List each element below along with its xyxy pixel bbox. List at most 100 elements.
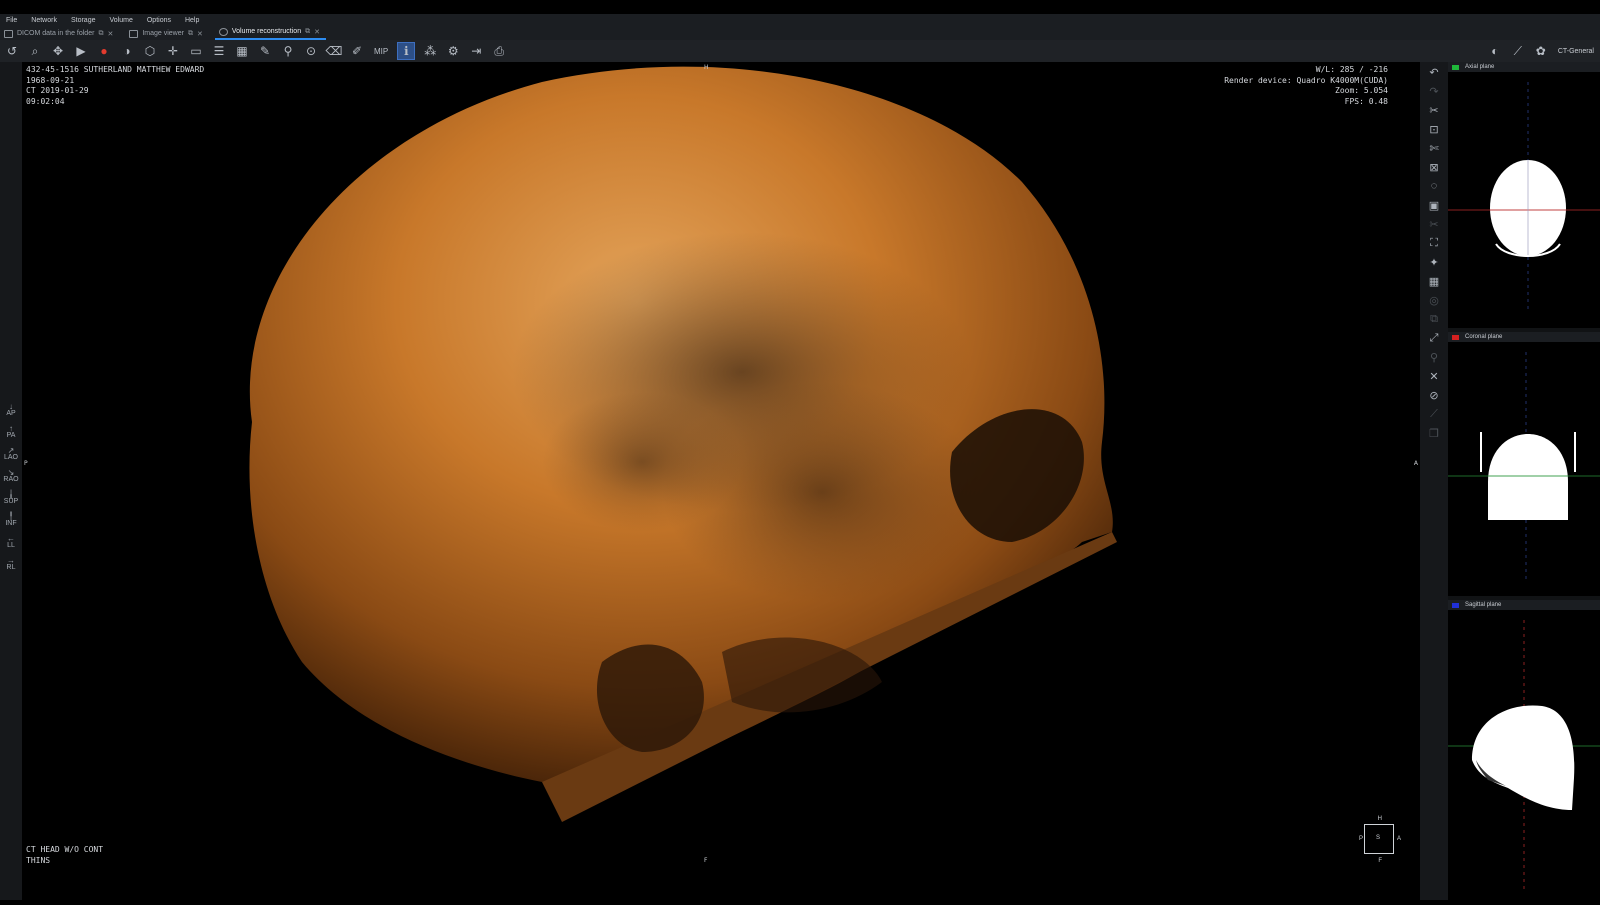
box-select-icon[interactable]: ▣ bbox=[1424, 196, 1444, 214]
detach-icon[interactable]: ⧉ bbox=[305, 28, 310, 36]
orient-pa-button[interactable]: ↑ PA bbox=[7, 417, 16, 440]
measure-icon[interactable]: ⟋ bbox=[1424, 405, 1444, 423]
light-icon[interactable]: ◐ bbox=[1487, 43, 1503, 59]
window-level: W/L: 285 / -216 bbox=[1315, 65, 1388, 74]
detach-icon[interactable]: ⧉ bbox=[98, 30, 103, 38]
arrow-vertical-icon: ╿ bbox=[8, 512, 14, 521]
layers-icon[interactable]: ☰ bbox=[211, 43, 227, 59]
coronal-plane-view[interactable]: Coronal plane bbox=[1448, 332, 1600, 596]
orientation-cube[interactable]: S bbox=[1364, 824, 1394, 854]
mip-button[interactable]: MIP bbox=[372, 43, 390, 59]
coronal-color-swatch bbox=[1452, 334, 1459, 340]
image-icon bbox=[129, 29, 139, 38]
select-region-icon[interactable]: ⊠ bbox=[1424, 158, 1444, 176]
tab-dicom-folder[interactable]: DICOM data in the folder ⧉ ✕ bbox=[0, 27, 119, 40]
tab-bar: DICOM data in the folder ⧉ ✕ Image viewe… bbox=[0, 26, 1600, 40]
pin-icon[interactable]: ⚲ bbox=[1424, 348, 1444, 366]
scissors-icon[interactable]: ✂ bbox=[1424, 215, 1444, 233]
clone-icon[interactable]: ⧉ bbox=[1424, 310, 1444, 328]
skull-render bbox=[249, 66, 1117, 822]
fps-readout: FPS: 0.48 bbox=[1344, 96, 1388, 106]
sagittal-plane-header: Sagittal plane bbox=[1448, 600, 1600, 610]
sculpt-icon[interactable]: ✄ bbox=[1424, 139, 1444, 157]
render-info-overlay: W/L: 285 / -216 Render device: Quadro K4… bbox=[1224, 65, 1388, 107]
pan-icon[interactable]: ✥ bbox=[50, 43, 66, 59]
arrow-right-icon: → bbox=[6, 556, 15, 565]
undo-icon[interactable]: ↶ bbox=[1424, 63, 1444, 81]
menu-file[interactable]: File bbox=[0, 17, 25, 24]
series-subtitle: THINS bbox=[26, 855, 51, 865]
preset-dropdown[interactable]: CT-General bbox=[1558, 48, 1594, 55]
orientation-buttons: ↓ AP ↑ PA ↗ LAO ↘ RAO ╽ SUP ╿ INF ← LL → RL bbox=[2, 395, 20, 572]
orient-rao-button[interactable]: ↘ RAO bbox=[3, 461, 18, 484]
tab-volume-reconstruction[interactable]: Volume reconstruction ⧉ ✕ bbox=[214, 25, 326, 40]
brush-icon[interactable]: ✎ bbox=[257, 43, 273, 59]
menu-help[interactable]: Help bbox=[179, 17, 207, 24]
menu-storage[interactable]: Storage bbox=[65, 17, 104, 24]
orient-sup-button[interactable]: ╽ SUP bbox=[4, 483, 18, 506]
volume-3d-viewport[interactable]: 432-45-1516 SUTHERLAND MATTHEW EDWARD 19… bbox=[22, 62, 1420, 900]
cube-rotate-icon[interactable]: ⬡ bbox=[142, 43, 158, 59]
target-icon[interactable]: ⊙ bbox=[303, 43, 319, 59]
grid-icon[interactable]: ▦ bbox=[1424, 272, 1444, 290]
cube-top-label: H bbox=[1377, 816, 1382, 822]
expand-icon[interactable]: ⤢ bbox=[1424, 329, 1444, 347]
tab-label: Image viewer bbox=[142, 30, 184, 37]
marker-right: A bbox=[1413, 460, 1418, 467]
hide-icon[interactable]: ⊘ bbox=[1424, 386, 1444, 404]
birth-date: 1968-09-21 bbox=[26, 75, 75, 85]
axial-color-swatch bbox=[1452, 64, 1459, 70]
edit-icon[interactable]: ✐ bbox=[349, 43, 365, 59]
palette-icon[interactable]: ✿ bbox=[1533, 43, 1549, 59]
record-icon[interactable]: ● bbox=[96, 43, 112, 59]
sphere-icon[interactable]: ◎ bbox=[1424, 291, 1444, 309]
render-device: Render device: Quadro K4000M(CUDA) bbox=[1224, 75, 1388, 85]
curve-icon[interactable]: ⟋ bbox=[1510, 43, 1526, 59]
reset-icon[interactable]: ↺ bbox=[4, 43, 20, 59]
wand-icon[interactable]: ✦ bbox=[1424, 253, 1444, 271]
menu-network[interactable]: Network bbox=[25, 17, 65, 24]
eraser-icon[interactable]: ⌫ bbox=[326, 43, 343, 59]
export-icon[interactable]: ⇥ bbox=[468, 43, 484, 59]
cut-tool-icon[interactable]: ✂ bbox=[1424, 101, 1444, 119]
zoom-icon[interactable]: ⌕ bbox=[27, 43, 43, 59]
orient-ll-button[interactable]: ← LL bbox=[7, 527, 15, 550]
orient-inf-button[interactable]: ╿ INF bbox=[5, 505, 16, 528]
crop-box-icon[interactable]: ⊡ bbox=[1424, 120, 1444, 138]
pin-icon[interactable]: ⚲ bbox=[280, 43, 296, 59]
close-icon[interactable]: ✕ bbox=[107, 30, 113, 38]
orient-lao-button[interactable]: ↗ LAO bbox=[4, 439, 18, 462]
print-icon[interactable]: ⎙ bbox=[491, 43, 507, 59]
copy-icon[interactable]: ❐ bbox=[1424, 424, 1444, 442]
study-info: CT 2019-01-29 bbox=[26, 86, 89, 95]
redo-icon[interactable]: ↷ bbox=[1424, 82, 1444, 100]
close-icon[interactable]: ✕ bbox=[314, 28, 320, 36]
menu-options[interactable]: Options bbox=[141, 17, 179, 24]
close-icon[interactable]: ✕ bbox=[197, 30, 203, 38]
cube-right-label: A bbox=[1396, 836, 1401, 842]
ruler-icon[interactable]: ▭ bbox=[188, 43, 204, 59]
mpr-panel: Axial plane Coronal plane Sagittal plane bbox=[1448, 62, 1600, 900]
move-axis-icon[interactable]: ✛ bbox=[165, 43, 181, 59]
segment-icon[interactable]: ⁂ bbox=[422, 43, 438, 59]
frame-icon[interactable]: ⛶ bbox=[1424, 234, 1444, 252]
cube-left-label: P bbox=[1358, 836, 1363, 842]
table-icon[interactable]: ▦ bbox=[234, 43, 250, 59]
tools-icon[interactable]: ✕ bbox=[1424, 367, 1444, 385]
orient-rl-button[interactable]: → RL bbox=[6, 549, 16, 572]
right-tool-column: ↶ ↷ ✂ ⊡ ✄ ⊠ ◌ ▣ ✂ ⛶ ✦ ▦ ◎ ⧉ ⤢ ⚲ ✕ ⊘ ⟋ ❐ bbox=[1420, 62, 1448, 900]
coronal-plane-label: Coronal plane bbox=[1465, 334, 1503, 340]
lasso-icon[interactable]: ◌ bbox=[1424, 177, 1444, 195]
orient-ap-button[interactable]: ↓ AP bbox=[6, 395, 15, 418]
settings-icon[interactable]: ⚙ bbox=[445, 43, 461, 59]
axial-plane-view[interactable]: Axial plane bbox=[1448, 62, 1600, 328]
contrast-icon[interactable]: ◑ bbox=[119, 43, 135, 59]
tab-label: Volume reconstruction bbox=[231, 28, 302, 35]
info-icon[interactable]: ℹ bbox=[397, 42, 416, 60]
sagittal-plane-label: Sagittal plane bbox=[1465, 602, 1502, 608]
play-icon[interactable]: ▶ bbox=[73, 43, 89, 59]
tab-image-viewer[interactable]: Image viewer ⧉ ✕ bbox=[125, 27, 209, 40]
sagittal-plane-view[interactable]: Sagittal plane bbox=[1448, 600, 1600, 900]
detach-icon[interactable]: ⧉ bbox=[188, 30, 193, 38]
menu-volume[interactable]: Volume bbox=[104, 17, 141, 24]
